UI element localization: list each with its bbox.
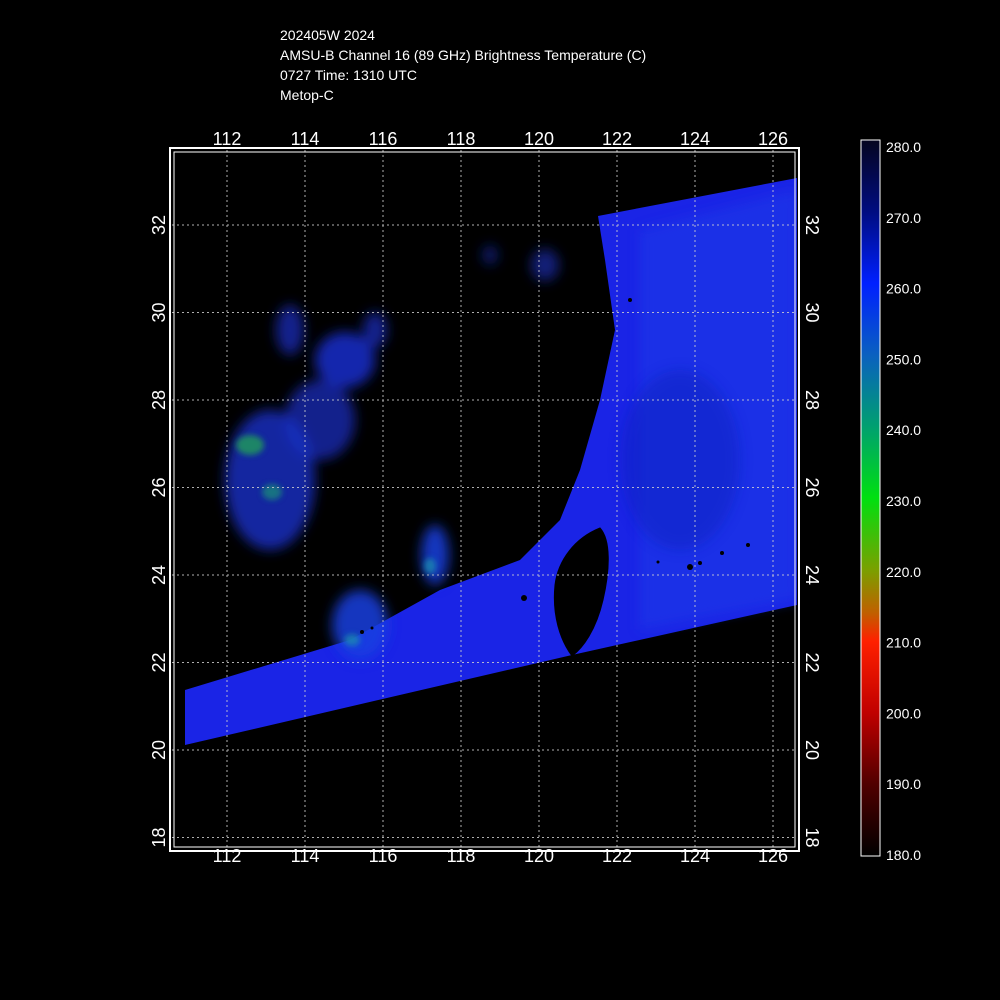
lat-tick-label-left: 30: [149, 302, 169, 322]
lat-tick-label-left: 26: [149, 477, 169, 497]
lat-tick-label-right: 30: [802, 302, 822, 322]
colorbar-tick-label: 250.0: [886, 351, 921, 367]
lat-tick-label-right: 32: [802, 215, 822, 235]
lat-tick-label-left: 22: [149, 652, 169, 672]
lon-labels-bottom: 112 114 116 118 120 122 124 126: [213, 846, 788, 866]
colorbar-tick-label: 240.0: [886, 422, 921, 438]
lon-tick-label-bottom: 124: [680, 846, 710, 866]
map-figure: 112 114 116 118 120 122 124 126 112 114 116 118 120…: [149, 129, 921, 866]
lon-tick-label-bottom: 116: [369, 846, 398, 866]
lat-labels-left: 18 20 22 24 26 28 30 32: [149, 215, 169, 848]
lon-tick-label-bottom: 122: [602, 846, 632, 866]
lat-tick-label-left: 20: [149, 740, 169, 760]
colorbar: 280.0 270.0 260.0 250.0 240.0 230.0 220.0 210.0…: [860, 139, 921, 863]
lon-tick-label-bottom: 112: [213, 846, 242, 866]
lon-tick-label-top: 120: [524, 129, 554, 149]
colorbar-tick-label: 280.0: [886, 139, 921, 155]
colorbar-tick-label: 270.0: [886, 210, 921, 226]
lon-tick-label-top: 126: [758, 129, 788, 149]
colorbar-tick-label: 230.0: [886, 493, 921, 509]
lat-tick-label-right: 20: [802, 740, 822, 760]
lon-tick-label-top: 112: [213, 129, 242, 149]
colorbar-tick-label: 210.0: [886, 635, 921, 651]
lat-tick-label-right: 22: [802, 652, 822, 672]
lon-tick-label-bottom: 126: [758, 846, 788, 866]
colorbar-labels: 280.0 270.0 260.0 250.0 240.0 230.0 220.0 210.0…: [886, 139, 921, 863]
map-content: [172, 150, 797, 848]
lat-tick-label-left: 32: [149, 215, 169, 235]
lon-tick-label-bottom: 114: [291, 846, 320, 866]
colorbar-tick-label: 200.0: [886, 705, 921, 721]
lat-labels-right: 18 20 22 24 26 28 30 32: [802, 215, 822, 848]
colorbar-gradient: [860, 139, 881, 857]
lat-tick-label-right: 24: [802, 565, 822, 585]
lat-tick-label-right: 18: [802, 827, 822, 847]
lon-tick-label-top: 124: [680, 129, 710, 149]
colorbar-tick-label: 220.0: [886, 564, 921, 580]
lon-tick-label-bottom: 118: [447, 846, 476, 866]
lon-tick-label-bottom: 120: [524, 846, 554, 866]
lat-tick-label-left: 18: [149, 827, 169, 847]
lat-tick-label-right: 26: [802, 477, 822, 497]
lat-tick-label-right: 28: [802, 390, 822, 410]
colorbar-tick-label: 190.0: [886, 776, 921, 792]
lat-tick-label-left: 28: [149, 390, 169, 410]
colorbar-tick-label: 180.0: [886, 847, 921, 863]
lon-tick-label-top: 122: [602, 129, 632, 149]
lon-tick-label-top: 118: [447, 129, 476, 149]
colorbar-tick-label: 260.0: [886, 281, 921, 297]
lat-tick-label-left: 24: [149, 565, 169, 585]
lon-tick-label-top: 114: [291, 129, 320, 149]
swath-shade: [620, 370, 740, 550]
lon-labels-top: 112 114 116 118 120 122 124 126: [213, 129, 788, 149]
lon-tick-label-top: 116: [369, 129, 398, 149]
